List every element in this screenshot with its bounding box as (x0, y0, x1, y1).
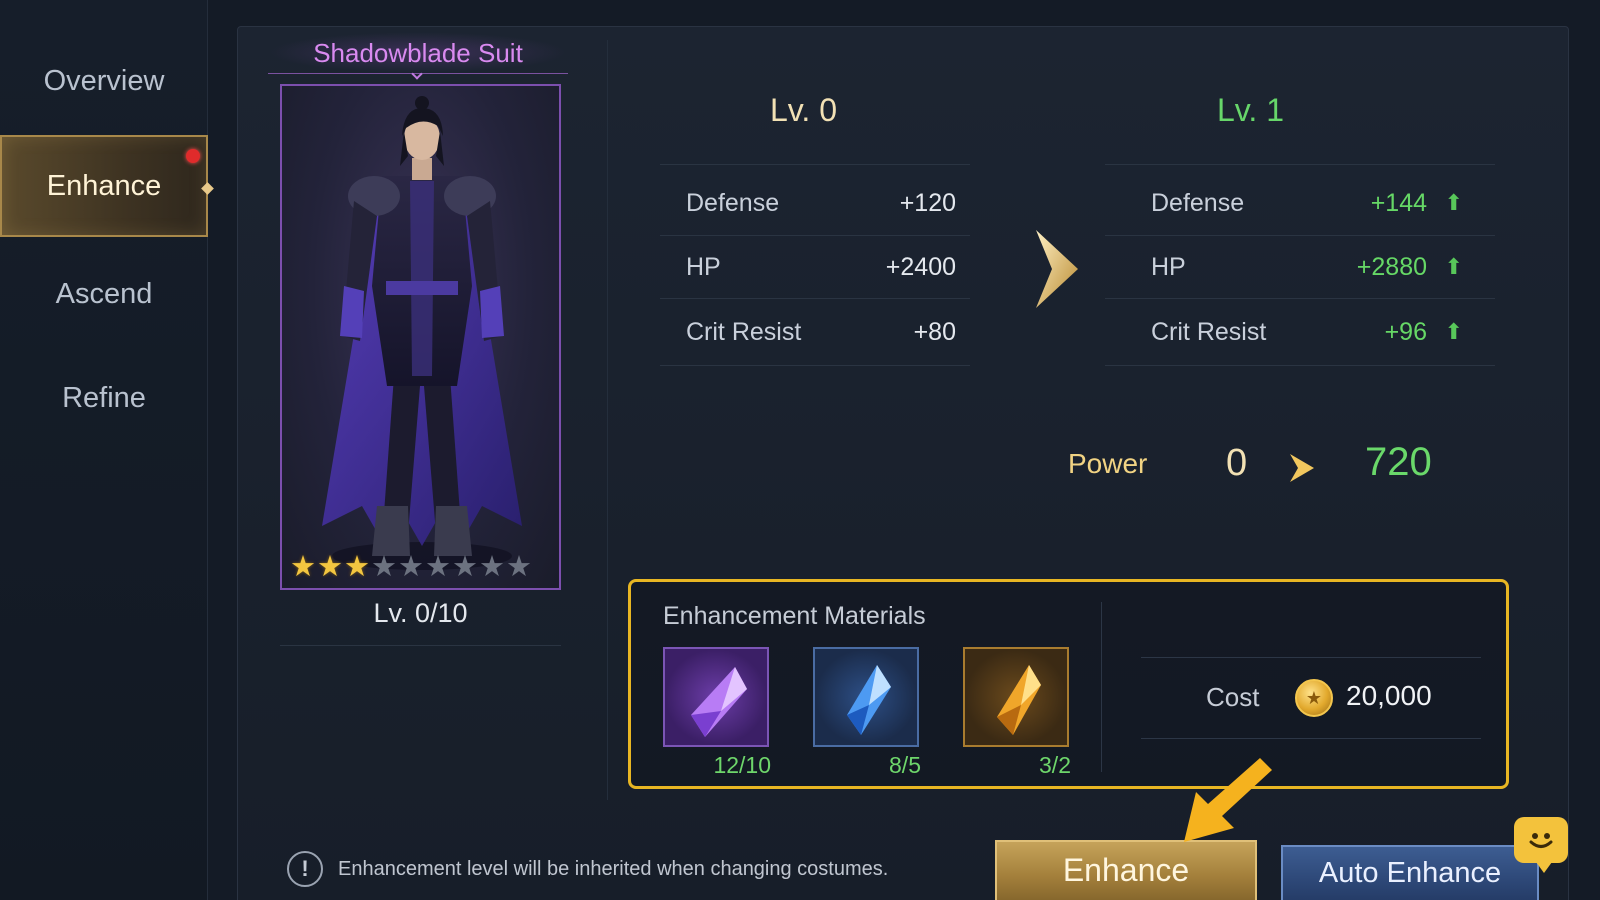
stat-value: +120 (899, 188, 956, 217)
enhancement-materials-box: Enhancement Materials 12/10 8/5 3/2 Cost… (628, 579, 1509, 789)
exclamation-icon: ! (287, 851, 323, 887)
divider (1101, 602, 1102, 772)
current-stat-hp: HP +2400 (686, 234, 956, 300)
gold-crystal-icon (997, 665, 1041, 735)
power-current: 0 (1226, 442, 1248, 484)
costume-figure-image (322, 96, 522, 570)
current-level: Lv. 0 (770, 92, 837, 128)
divider (1105, 365, 1495, 366)
divider (607, 40, 608, 800)
sidebar-item-label: Ascend (55, 277, 153, 310)
power-next: 720 (1365, 440, 1432, 484)
selected-diamond-icon (201, 182, 214, 195)
material-count: 12/10 (713, 752, 771, 778)
next-stat-hp: HP +2880 ⬆ (1151, 234, 1491, 300)
sidebar-item-overview[interactable]: Overview (0, 30, 208, 132)
power-label: Power (1068, 448, 1148, 479)
star-filled-icon: ★ (317, 551, 343, 583)
current-stat-crit-resist: Crit Resist +80 (686, 299, 956, 365)
purple-crystal-icon (691, 667, 747, 737)
chat-helper-icon[interactable] (1514, 817, 1568, 873)
auto-enhance-button-label: Auto Enhance (1318, 857, 1502, 889)
star-empty-icon: ★ (425, 551, 451, 583)
material-count: 3/2 (1039, 752, 1071, 778)
arrow-up-icon: ⬆ (1444, 190, 1463, 215)
material-count: 8/5 (889, 752, 921, 778)
stat-value: +96 (1384, 317, 1427, 346)
sidebar-item-label: Overview (43, 64, 165, 97)
pointer-arrow-icon (1184, 758, 1272, 842)
material-slot[interactable] (963, 647, 1069, 747)
notice-text: Enhancement level will be inherited when… (338, 858, 889, 880)
stat-name: Crit Resist (686, 317, 802, 346)
next-stat-defense: Defense +144 ⬆ (1151, 170, 1491, 236)
material-slot[interactable] (663, 647, 769, 747)
divider (660, 164, 970, 165)
smiley-icon (1529, 833, 1553, 848)
sidebar-item-ascend[interactable]: Ascend (0, 243, 208, 345)
stat-name: HP (1151, 252, 1186, 281)
star-empty-icon: ★ (506, 551, 532, 583)
stat-value: +144 (1370, 188, 1427, 217)
enhance-button[interactable]: Enhance (995, 840, 1257, 900)
stat-name: Defense (686, 188, 780, 217)
stat-value: +80 (913, 317, 956, 346)
costume-name: Shadowblade Suit (268, 32, 568, 74)
star-empty-icon: ★ (479, 551, 505, 583)
costume-level: Lv. 0/10 (373, 598, 468, 628)
enhance-button-label: Enhance (1062, 851, 1190, 888)
cost-label: Cost (1206, 682, 1260, 712)
star-filled-icon: ★ (290, 551, 316, 583)
star-rating: ★ ★ ★ ★ ★ ★ ★ ★ ★ (290, 552, 532, 582)
star-empty-icon: ★ (371, 551, 397, 583)
auto-enhance-button[interactable]: Auto Enhance (1281, 845, 1539, 900)
gold-coin-icon: ★ (1295, 679, 1333, 717)
stat-value: +2880 (1356, 252, 1427, 281)
stat-name: HP (686, 252, 721, 281)
current-stat-defense: Defense +120 (686, 170, 956, 236)
divider (1141, 738, 1481, 739)
costume-portrait: ★ ★ ★ ★ ★ ★ ★ ★ ★ (280, 84, 561, 590)
stat-name: Crit Resist (1151, 317, 1267, 346)
next-stat-crit-resist: Crit Resist +96 ⬆ (1151, 299, 1491, 365)
arrow-up-icon: ⬆ (1444, 319, 1463, 344)
divider (1105, 164, 1495, 165)
stat-value: +2400 (885, 252, 956, 281)
star-filled-icon: ★ (344, 551, 370, 583)
blue-crystal-icon (847, 665, 891, 735)
arrow-up-icon: ⬆ (1444, 254, 1463, 279)
sidebar-item-label: Enhance (46, 169, 162, 202)
cost-value: 20,000 (1346, 680, 1432, 711)
material-slot[interactable] (813, 647, 919, 747)
sidebar: Overview Enhance Ascend Refine (0, 0, 214, 900)
divider (280, 645, 561, 646)
divider (660, 365, 970, 366)
star-empty-icon: ★ (398, 551, 424, 583)
divider (1141, 657, 1481, 658)
chevron-right-icon (1290, 454, 1314, 482)
sidebar-item-label: Refine (62, 381, 146, 414)
sidebar-item-enhance[interactable]: Enhance (0, 135, 214, 237)
star-empty-icon: ★ (452, 551, 478, 583)
chevron-right-icon (1036, 230, 1078, 308)
materials-title: Enhancement Materials (663, 602, 926, 630)
next-level: Lv. 1 (1217, 92, 1284, 128)
notification-dot (186, 149, 200, 163)
stat-name: Defense (1151, 188, 1245, 217)
sidebar-item-refine[interactable]: Refine (0, 347, 208, 449)
